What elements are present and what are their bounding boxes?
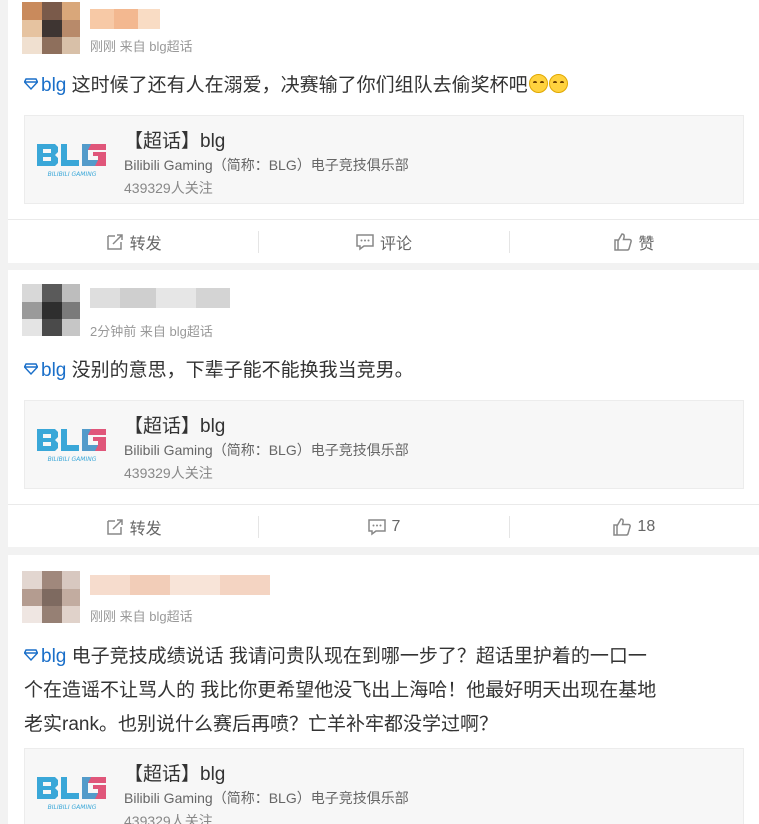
supertopic-card[interactable]: BILIBILI GAMING 【超话】blg Bilibili Gaming（…: [24, 748, 744, 824]
like-count: 18: [637, 517, 656, 535]
supertopic-title[interactable]: 【超话】blg: [124, 411, 225, 438]
post-meta: 刚刚 来自 blg超话: [90, 606, 193, 625]
weibo-post-2: 2分钟前 来自 blg超话 blg 没别的意思，下辈子能不能换我当竞男。 BIL…: [8, 270, 759, 547]
post-text-line-1: 电子竞技成绩说话 我请问贵队现在到哪一步了？超话里护着的一口一: [71, 646, 647, 667]
grimace-emoji-icon: [548, 74, 568, 93]
svg-text:BILIBILI GAMING: BILIBILI GAMING: [48, 456, 97, 463]
comment-icon: [367, 518, 386, 535]
avatar[interactable]: [22, 2, 80, 54]
supertopic-card[interactable]: BILIBILI GAMING 【超话】blg Bilibili Gaming（…: [24, 115, 744, 204]
avatar[interactable]: [22, 571, 80, 623]
repost-button[interactable]: 转发: [8, 505, 258, 548]
supertopic-title[interactable]: 【超话】blg: [124, 126, 225, 153]
timestamp[interactable]: 2分钟前: [90, 324, 136, 339]
supertopic-desc: Bilibili Gaming（简称：BLG）电子竞技俱乐部: [124, 442, 409, 458]
post-body: blg 电子竞技成绩说话 我请问贵队现在到哪一步了？超话里护着的一口一 个在造谣…: [24, 640, 735, 742]
avatar[interactable]: [22, 284, 80, 336]
like-button[interactable]: 赞: [508, 220, 759, 263]
repost-label: 转发: [129, 235, 162, 253]
repost-icon: [106, 233, 123, 250]
repost-button[interactable]: 转发: [8, 220, 258, 263]
supertopic-desc: Bilibili Gaming（简称：BLG）电子竞技俱乐部: [124, 790, 409, 806]
post-source[interactable]: 来自 blg超话: [120, 39, 193, 54]
post-text-line-2: 个在造谣不让骂人的 我比你更希望他没飞出上海哈！他最好明天出现在基地: [24, 680, 657, 701]
supertopic-link[interactable]: blg: [24, 646, 66, 667]
supertopic-title[interactable]: 【超话】blg: [124, 759, 225, 786]
diamond-icon: [24, 649, 38, 661]
svg-text:BILIBILI GAMING: BILIBILI GAMING: [48, 804, 97, 811]
repost-icon: [106, 518, 123, 535]
comment-label: 评论: [379, 235, 412, 253]
topic-name: blg: [41, 646, 67, 667]
comment-button[interactable]: 7: [258, 505, 508, 548]
username-blurred[interactable]: [90, 575, 270, 595]
topic-name: blg: [41, 75, 67, 96]
post-body: blg 这时候了还有人在溺爱，决赛输了你们组队去偷奖杯吧: [24, 69, 735, 103]
post-meta: 2分钟前 来自 blg超话: [90, 321, 213, 340]
timestamp[interactable]: 刚刚: [90, 39, 116, 54]
blg-logo-icon: BILIBILI GAMING: [37, 144, 106, 178]
like-button[interactable]: 18: [508, 505, 759, 548]
grimace-emoji-icon: [528, 74, 548, 93]
post-actions: 转发 评论 赞: [8, 219, 759, 263]
like-label: 赞: [638, 235, 655, 253]
repost-label: 转发: [129, 520, 162, 538]
diamond-icon: [24, 78, 38, 90]
post-actions: 转发 7 18: [8, 504, 759, 548]
follower-count: 439329人关注: [124, 813, 213, 824]
thumbs-up-icon: [614, 232, 633, 251]
topic-name: blg: [41, 360, 67, 381]
timestamp[interactable]: 刚刚: [90, 609, 116, 624]
supertopic-card[interactable]: BILIBILI GAMING 【超话】blg Bilibili Gaming（…: [24, 400, 744, 489]
post-meta: 刚刚 来自 blg超话: [90, 36, 193, 55]
svg-text:BILIBILI GAMING: BILIBILI GAMING: [48, 171, 97, 178]
comment-count: 7: [391, 517, 401, 535]
supertopic-link[interactable]: blg: [24, 75, 66, 96]
supertopic-link[interactable]: blg: [24, 360, 66, 381]
username-blurred[interactable]: [90, 9, 160, 29]
follower-count: 439329人关注: [124, 180, 213, 196]
follower-count: 439329人关注: [124, 465, 213, 481]
post-text: 没别的意思，下辈子能不能换我当竞男。: [71, 360, 414, 381]
blg-logo-icon: BILIBILI GAMING: [37, 777, 106, 811]
blg-logo-icon: BILIBILI GAMING: [37, 429, 106, 463]
username-blurred[interactable]: [90, 288, 230, 308]
comment-button[interactable]: 评论: [258, 220, 508, 263]
weibo-post-3: 刚刚 来自 blg超话 blg 电子竞技成绩说话 我请问贵队现在到哪一步了？超话…: [8, 555, 759, 824]
supertopic-desc: Bilibili Gaming（简称：BLG）电子竞技俱乐部: [124, 157, 409, 173]
post-text-line: blg 电子竞技成绩说话 我请问贵队现在到哪一步了？超话里护着的一口一: [24, 640, 735, 674]
diamond-icon: [24, 363, 38, 375]
thumbs-up-icon: [613, 517, 632, 536]
post-source[interactable]: 来自 blg超话: [140, 324, 213, 339]
post-text: 这时候了还有人在溺爱，决赛输了你们组队去偷奖杯吧: [71, 75, 528, 96]
weibo-post-1: 刚刚 来自 blg超话 blg 这时候了还有人在溺爱，决赛输了你们组队去偷奖杯吧…: [8, 0, 759, 263]
post-text-line-3: 老实rank。也别说什么赛后再喷？亡羊补牢都没学过啊？: [24, 714, 498, 735]
post-body: blg 没别的意思，下辈子能不能换我当竞男。: [24, 354, 735, 388]
comment-icon: [356, 233, 374, 250]
post-source[interactable]: 来自 blg超话: [120, 609, 193, 624]
